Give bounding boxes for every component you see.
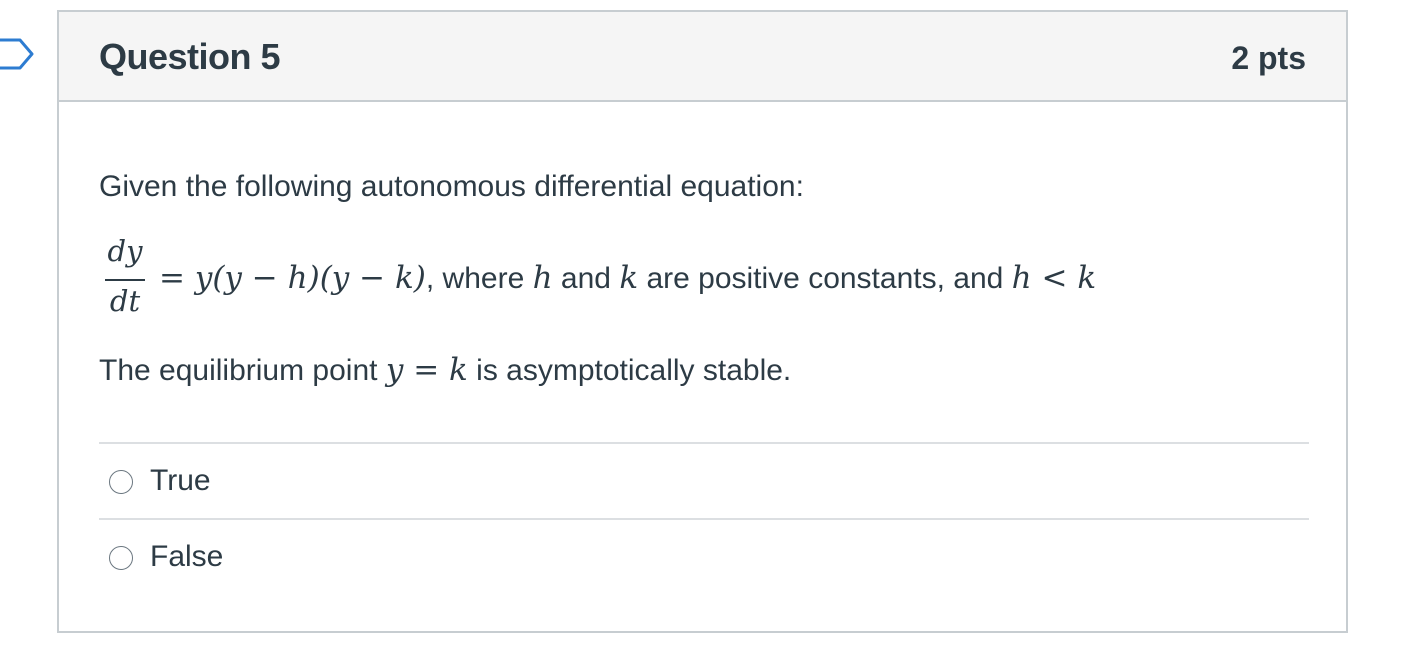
- radio-unchecked-icon[interactable]: [109, 470, 133, 494]
- question-statement: The equilibrium point y = k is asymptoti…: [99, 352, 791, 388]
- equation-rhs: = y(y − h)(y − k): [159, 260, 426, 296]
- text-and: and: [552, 262, 620, 295]
- text-are-positive: are positive constants, and: [638, 262, 1012, 295]
- answer-label-false[interactable]: False: [150, 540, 223, 574]
- fraction-denominator: dt: [109, 284, 141, 318]
- fraction-bar: [105, 279, 145, 281]
- text-where: where: [434, 262, 533, 295]
- equation-comma: ,: [425, 262, 435, 295]
- radio-unchecked-icon[interactable]: [109, 546, 133, 570]
- question-card: Question 5 2 pts Given the following aut…: [57, 10, 1348, 633]
- var-h: h: [532, 260, 553, 296]
- fraction-numerator: dy: [107, 234, 143, 268]
- answer-option-true[interactable]: True: [99, 444, 1309, 518]
- flag-question-icon[interactable]: [0, 38, 36, 70]
- var-k: k: [619, 260, 639, 296]
- statement-prefix: The equilibrium point: [99, 354, 386, 387]
- equation-rhs-line: = y(y − h)(y − k), where h and k are pos…: [159, 260, 1096, 296]
- statement-suffix: is asymptotically stable.: [467, 354, 792, 387]
- equation-line: dy dt = y(y − h)(y − k), where h and k a…: [99, 234, 1309, 324]
- question-title: Question 5: [99, 36, 281, 77]
- answer-label-true[interactable]: True: [150, 464, 211, 498]
- answer-option-false[interactable]: False: [99, 520, 1309, 594]
- statement-math: y = k: [385, 352, 468, 388]
- question-intro: Given the following autonomous different…: [99, 170, 804, 203]
- question-header: Question 5 2 pts: [59, 12, 1346, 102]
- inequality: h < k: [1011, 260, 1097, 296]
- question-points: 2 pts: [1231, 40, 1306, 76]
